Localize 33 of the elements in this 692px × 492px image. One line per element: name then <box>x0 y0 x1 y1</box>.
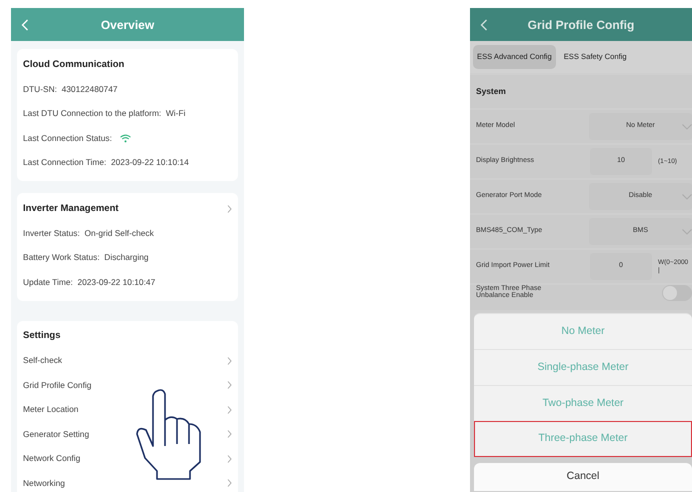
chevron-icon <box>227 356 232 365</box>
chevron-icon[interactable] <box>227 205 232 213</box>
screen-title: Grid Profile Config <box>526 16 636 34</box>
info-text: Battery Work Status: Discharging <box>23 251 149 264</box>
card-title: Settings <box>23 329 60 344</box>
chevron-icon <box>227 406 232 414</box>
chevron-icon <box>227 381 232 390</box>
settings-item[interactable]: Grid Profile Config <box>23 373 232 398</box>
chevron-icon <box>227 454 232 463</box>
section-title: System <box>476 85 506 98</box>
info-text: Last Connection Time: 2023-09-22 10:10:14 <box>23 156 189 170</box>
settings-item[interactable]: Meter Location <box>23 398 232 422</box>
screen-title: Overview <box>100 16 156 34</box>
chevron-down-icon <box>682 229 692 235</box>
toggle-switch[interactable] <box>662 285 692 301</box>
settings-item[interactable]: Networking <box>23 471 232 492</box>
info-text: DTU-SN: 430122480747 <box>23 82 118 96</box>
settings-item[interactable]: Network Config <box>23 446 232 471</box>
settings-item[interactable]: Generator Setting <box>23 422 232 446</box>
settings-item[interactable]: Self-check <box>23 348 232 373</box>
wifi-icon <box>120 134 131 143</box>
info-text: Update Time: 2023-09-22 10:10:47 <box>23 276 156 289</box>
cancel-button[interactable]: Cancel <box>474 463 692 491</box>
chevron-down-icon <box>682 124 692 130</box>
chevron-icon <box>227 430 232 438</box>
card-title: Inverter Management <box>23 202 119 216</box>
chevron-icon <box>227 479 232 488</box>
info-label: Last Connection Status: <box>23 132 112 145</box>
chevron-down-icon <box>682 194 692 200</box>
back-icon[interactable] <box>480 18 488 30</box>
card-title: Cloud Communication <box>23 58 124 72</box>
info-text: Inverter Status: On-grid Self-check <box>23 226 154 240</box>
info-text: Last DTU Connection to the platform: Wi-Fi <box>23 107 186 120</box>
